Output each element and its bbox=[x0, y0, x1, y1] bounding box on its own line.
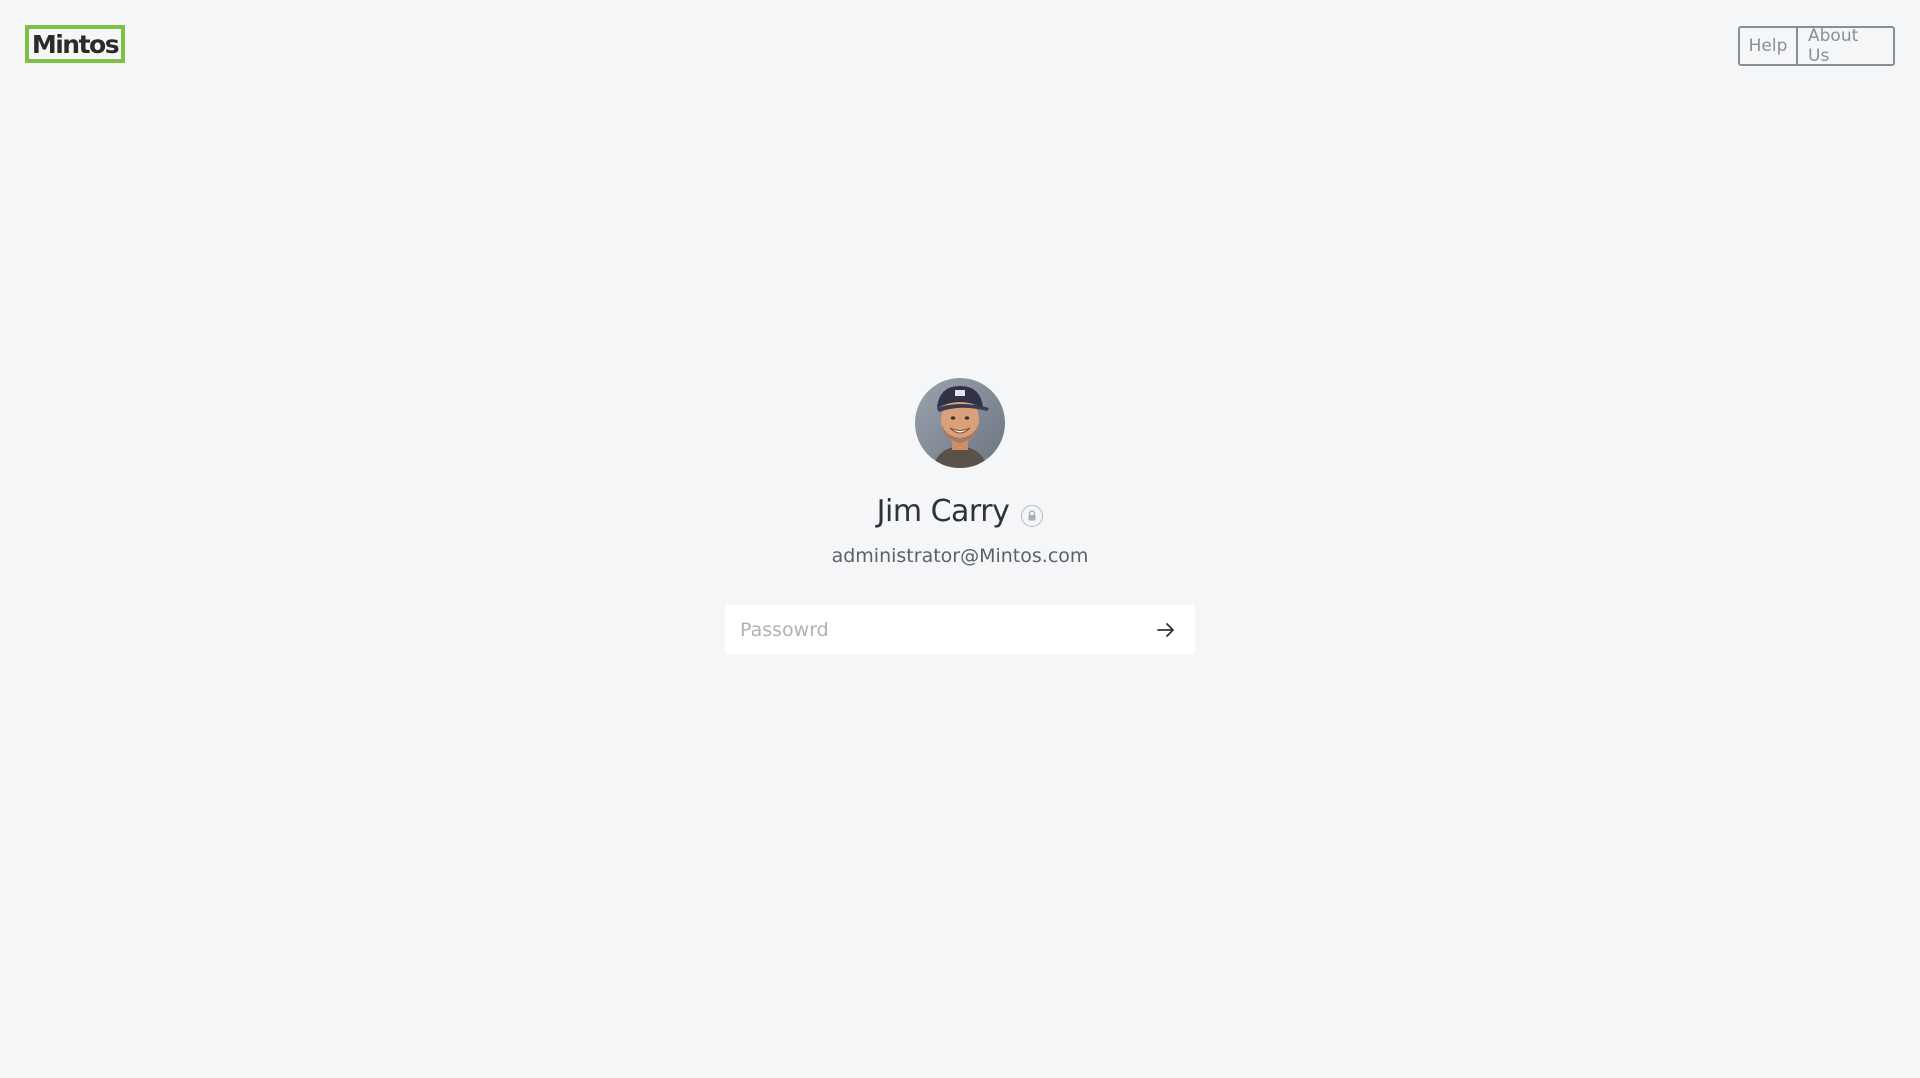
lock-screen-card: Jim Carry administrator@Mintos.com bbox=[0, 378, 1920, 654]
password-input[interactable] bbox=[740, 618, 1151, 641]
top-nav: Help About Us bbox=[1738, 26, 1895, 66]
lock-icon bbox=[1021, 504, 1044, 527]
help-button[interactable]: Help bbox=[1738, 26, 1798, 66]
arrow-right-icon bbox=[1157, 622, 1174, 637]
password-field bbox=[725, 605, 1195, 654]
user-name: Jim Carry bbox=[876, 494, 1010, 529]
about-us-button[interactable]: About Us bbox=[1798, 26, 1895, 66]
user-avatar bbox=[915, 378, 1005, 468]
mintos-logo[interactable]: Mintos bbox=[25, 25, 125, 63]
user-email: administrator@Mintos.com bbox=[831, 545, 1089, 567]
user-name-row: Jim Carry bbox=[877, 494, 1044, 529]
logo-text: Mintos bbox=[31, 29, 120, 59]
submit-button[interactable] bbox=[1151, 615, 1181, 645]
avatar-image bbox=[915, 378, 1005, 468]
